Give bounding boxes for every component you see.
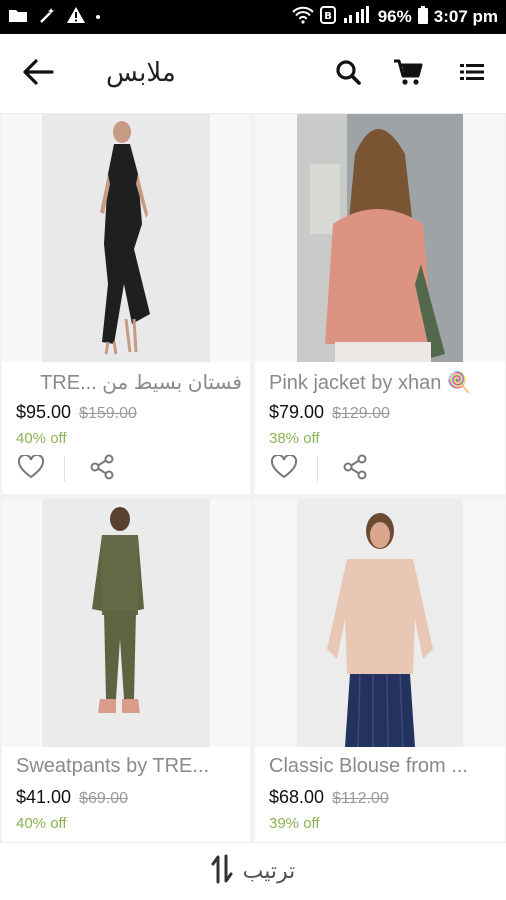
menu-icon xyxy=(460,62,484,87)
folder-icon xyxy=(8,7,28,28)
product-old-price: $112.00 xyxy=(332,790,389,807)
share-icon xyxy=(89,454,115,485)
product-image[interactable] xyxy=(255,114,505,362)
arrow-back-icon xyxy=(22,58,54,91)
signal-icon xyxy=(342,5,372,29)
product-card[interactable]: فستان بسيط من ...TRE $95.00 $159.00 40% … xyxy=(2,114,250,494)
sort-button[interactable]: ترتيب xyxy=(0,842,506,900)
product-image[interactable] xyxy=(2,114,250,362)
discount-label: 39% off xyxy=(269,815,320,832)
battery-icon xyxy=(417,5,428,29)
share-icon xyxy=(342,454,368,485)
price-row: $41.00 $69.00 xyxy=(16,787,128,808)
product-title[interactable]: Classic Blouse from ... xyxy=(269,755,497,778)
svg-text:B: B xyxy=(324,11,332,22)
product-price: $68.00 xyxy=(269,787,325,807)
product-title[interactable]: Sweatpants by TRE... xyxy=(16,755,242,778)
product-image[interactable] xyxy=(2,499,250,747)
price-row: $79.00 $129.00 xyxy=(269,402,390,423)
wifi-icon xyxy=(292,6,314,29)
search-icon xyxy=(335,59,361,90)
back-button[interactable] xyxy=(18,56,58,92)
app-bar: ملابس xyxy=(0,34,506,114)
battery-level: 96% xyxy=(377,7,412,26)
status-time: 3:07 pm xyxy=(433,7,498,26)
favorite-button[interactable] xyxy=(16,453,46,484)
discount-label: 40% off xyxy=(16,815,67,832)
product-price: $95.00 xyxy=(16,402,72,422)
cart-icon xyxy=(393,58,423,91)
product-price: $41.00 xyxy=(16,787,72,807)
product-card[interactable]: Classic Blouse from ... $68.00 $112.00 3… xyxy=(255,499,505,842)
notification-dot-icon xyxy=(96,15,100,19)
card-actions xyxy=(16,453,117,484)
heart-icon xyxy=(17,453,45,484)
page-title: ملابس xyxy=(106,58,176,88)
sort-label: ترتيب xyxy=(242,859,296,884)
card-actions xyxy=(269,453,370,484)
share-button[interactable] xyxy=(87,454,117,484)
product-price: $79.00 xyxy=(269,402,325,422)
search-button[interactable] xyxy=(328,56,368,92)
product-image[interactable] xyxy=(255,499,505,747)
data-saver-icon: B xyxy=(319,5,336,29)
price-row: $95.00 $159.00 xyxy=(16,402,137,423)
product-old-price: $69.00 xyxy=(79,790,128,807)
magic-wand-icon xyxy=(38,6,56,29)
product-title[interactable]: Pink jacket by xhan 🍭 xyxy=(269,370,497,395)
product-card[interactable]: Pink jacket by xhan 🍭 $79.00 $129.00 38%… xyxy=(255,114,505,494)
action-divider xyxy=(64,456,65,482)
warning-icon xyxy=(66,6,86,29)
status-bar: B 96% 3:07 pm xyxy=(0,0,506,34)
action-divider xyxy=(317,456,318,482)
cart-button[interactable] xyxy=(388,56,428,92)
price-row: $68.00 $112.00 xyxy=(269,787,389,808)
sort-arrows-icon xyxy=(211,854,233,889)
product-title[interactable]: فستان بسيط من ...TRE xyxy=(16,370,242,395)
discount-label: 40% off xyxy=(16,430,67,447)
share-button[interactable] xyxy=(340,454,370,484)
product-old-price: $159.00 xyxy=(79,405,137,422)
favorite-button[interactable] xyxy=(269,453,299,484)
discount-label: 38% off xyxy=(269,430,320,447)
product-card[interactable]: Sweatpants by TRE... $41.00 $69.00 40% o… xyxy=(2,499,250,842)
menu-button[interactable] xyxy=(452,56,492,92)
product-grid: فستان بسيط من ...TRE $95.00 $159.00 40% … xyxy=(0,114,506,842)
product-old-price: $129.00 xyxy=(332,405,390,422)
heart-icon xyxy=(270,453,298,484)
